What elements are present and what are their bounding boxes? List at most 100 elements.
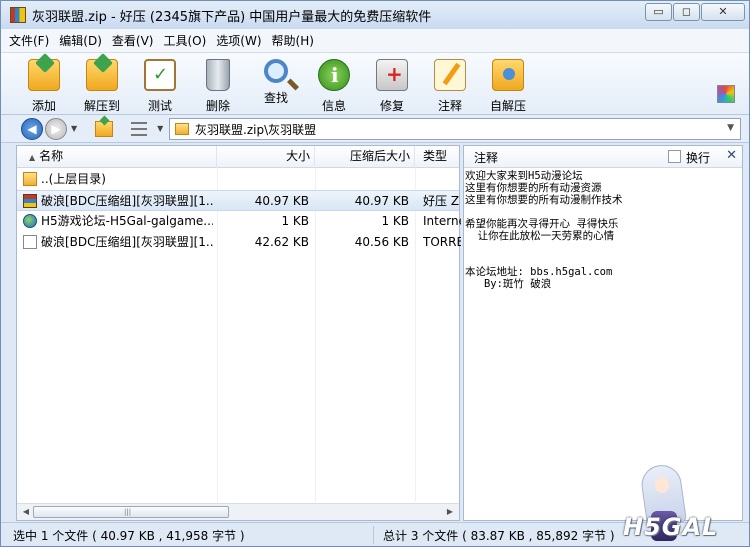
title-bar[interactable]: 灰羽联盟.zip - 好压 (2345旗下产品) 中国用户量最大的免费压缩软件 …: [1, 1, 749, 29]
column-name[interactable]: ▲ 名称: [17, 146, 217, 168]
file-type: Interne: [423, 214, 461, 228]
self-extract-label: 自解压: [489, 99, 526, 113]
total-status: 总计 3 个文件 ( 83.87 KB , 85,892 字节 ): [383, 529, 615, 543]
skin-palette-icon[interactable]: [717, 85, 735, 103]
torrent-file-icon: [23, 235, 37, 249]
selection-status: 选中 1 个文件 ( 40.97 KB , 41,958 字节 ): [13, 529, 245, 543]
history-dropdown-icon[interactable]: ▼: [71, 124, 77, 133]
delete-label: 删除: [205, 99, 230, 113]
file-name: ..(上层目录): [41, 172, 106, 186]
file-packed-size: 40.97 KB: [354, 194, 409, 208]
add-label: 添加: [31, 99, 56, 113]
grip-icon: |||: [124, 508, 132, 516]
repair-button[interactable]: 修复: [363, 53, 421, 114]
back-button[interactable]: ◀: [21, 117, 43, 140]
comment-pane: 注释 换行 ✕ 欢迎大家来到H5动漫论坛 这里有你想要的所有动漫资源 这里有你想…: [463, 145, 743, 521]
forward-button[interactable]: ▶: [45, 117, 67, 140]
menu-bar: 文件(F) 编辑(D) 查看(V) 工具(O) 选项(W) 帮助(H): [1, 29, 749, 53]
file-name: H5游戏论坛-H5Gal-galgame...: [41, 214, 213, 228]
maximize-button[interactable]: ◻: [673, 3, 700, 21]
info-button[interactable]: 信息: [305, 53, 363, 114]
add-folder-icon: [28, 59, 60, 91]
extract-to-label: 解压到: [83, 99, 120, 113]
test-clipboard-icon: [144, 59, 176, 91]
column-type[interactable]: 类型: [415, 146, 461, 168]
file-type: 好压 Z: [423, 194, 460, 208]
toolbar: 添加 解压到 测试 删除 查找 信息 修复 注释: [1, 53, 749, 115]
file-name: 破浪[BDC压缩组][灰羽联盟][1...: [41, 194, 213, 208]
comment-line: 欢迎大家来到H5动漫论坛: [465, 170, 583, 182]
comment-line: 让你在此放松一天劳累的心情: [465, 230, 615, 242]
menu-view[interactable]: 查看(V): [112, 32, 154, 49]
menu-file[interactable]: 文件(F): [9, 32, 49, 49]
column-size-label: 大小: [285, 149, 310, 163]
self-extract-icon: [492, 59, 524, 91]
comment-button[interactable]: 注释: [421, 53, 479, 114]
find-label: 查找: [263, 91, 288, 105]
site-watermark: H5GAL: [623, 513, 719, 541]
table-row[interactable]: 破浪[BDC压缩组][灰羽联盟][1... 42.62 KB 40.56 KB …: [17, 232, 461, 253]
comment-line: 本论坛地址: bbs.h5gal.com: [465, 266, 613, 278]
scroll-right-icon[interactable]: ▶: [443, 506, 457, 518]
comment-line: [465, 206, 740, 218]
archive-file-icon: [23, 194, 37, 208]
menu-help[interactable]: 帮助(H): [272, 32, 314, 49]
window-title: 灰羽联盟.zip - 好压 (2345旗下产品) 中国用户量最大的免费压缩软件: [32, 9, 432, 25]
find-button[interactable]: 查找: [247, 53, 305, 106]
view-mode-dropdown-icon[interactable]: ▼: [157, 124, 163, 133]
delete-button[interactable]: 删除: [189, 53, 247, 114]
comment-title: 注释: [474, 151, 499, 165]
horizontal-scrollbar[interactable]: ◀ ||| ▶: [17, 503, 459, 520]
file-size: 1 KB: [281, 214, 309, 228]
info-label: 信息: [321, 99, 346, 113]
file-size: 40.97 KB: [254, 194, 309, 208]
menu-options[interactable]: 选项(W): [216, 32, 261, 49]
comment-line: 这里有你想要的所有动漫资源: [465, 182, 602, 194]
comment-text[interactable]: 欢迎大家来到H5动漫论坛 这里有你想要的所有动漫资源 这里有你想要的所有动漫制作…: [465, 170, 740, 290]
file-rows: ..(上层目录) 破浪[BDC压缩组][灰羽联盟][1... 40.97 KB …: [17, 169, 461, 253]
close-icon[interactable]: ✕: [726, 148, 737, 163]
menu-edit[interactable]: 编辑(D): [59, 32, 102, 49]
column-type-label: 类型: [423, 149, 448, 163]
file-packed-size: 1 KB: [381, 214, 409, 228]
repair-label: 修复: [379, 99, 404, 113]
app-window: 灰羽联盟.zip - 好压 (2345旗下产品) 中国用户量最大的免费压缩软件 …: [0, 0, 750, 547]
comment-note-icon: [434, 59, 466, 91]
test-button[interactable]: 测试: [131, 53, 189, 114]
column-name-label: 名称: [39, 149, 64, 163]
status-divider: [373, 526, 374, 544]
address-bar: ◀ ▶ ▼ ▼ 灰羽联盟.zip\灰羽联盟 ▼: [1, 115, 749, 143]
path-field[interactable]: 灰羽联盟.zip\灰羽联盟 ▼: [169, 118, 741, 140]
table-row[interactable]: H5游戏论坛-H5Gal-galgame... 1 KB 1 KB Intern…: [17, 211, 461, 232]
file-name: 破浪[BDC压缩组][灰羽联盟][1...: [41, 235, 213, 249]
scroll-left-icon[interactable]: ◀: [19, 506, 33, 518]
close-button[interactable]: ✕: [701, 3, 745, 21]
info-icon: [318, 59, 350, 91]
menu-tools[interactable]: 工具(O): [163, 32, 206, 49]
extract-to-button[interactable]: 解压到: [73, 53, 131, 114]
minimize-button[interactable]: ▭: [645, 3, 672, 21]
path-dropdown-icon[interactable]: ▼: [727, 123, 734, 133]
mascot-face: [655, 477, 669, 493]
column-size[interactable]: 大小: [217, 146, 315, 168]
sort-ascending-icon: ▲: [29, 153, 36, 162]
file-list[interactable]: ▲ 名称 大小 压缩后大小 类型 ..(上层目录) 破浪[BDC压缩组][灰羽联盟…: [16, 145, 461, 521]
internet-shortcut-icon: [23, 214, 37, 228]
file-type: TORRE: [423, 235, 461, 249]
add-button[interactable]: 添加: [15, 53, 73, 114]
scroll-thumb[interactable]: |||: [33, 506, 229, 518]
view-mode-icon[interactable]: [131, 121, 148, 136]
column-packed-label: 压缩后大小: [349, 149, 410, 163]
extract-folder-icon: [86, 59, 118, 91]
column-packed[interactable]: 压缩后大小: [315, 146, 415, 168]
table-row-parent-dir[interactable]: ..(上层目录): [17, 169, 459, 190]
folder-icon: [23, 172, 37, 186]
self-extract-button[interactable]: 自解压: [479, 53, 537, 114]
wrap-checkbox[interactable]: [668, 150, 681, 163]
file-size: 42.62 KB: [254, 235, 309, 249]
comment-header: 注释 换行 ✕: [464, 146, 742, 168]
table-row-selected[interactable]: 破浪[BDC压缩组][灰羽联盟][1... 40.97 KB 40.97 KB …: [17, 190, 459, 211]
up-level-icon[interactable]: [95, 120, 114, 137]
comment-line: [465, 254, 740, 266]
comment-label: 注释: [437, 99, 462, 113]
